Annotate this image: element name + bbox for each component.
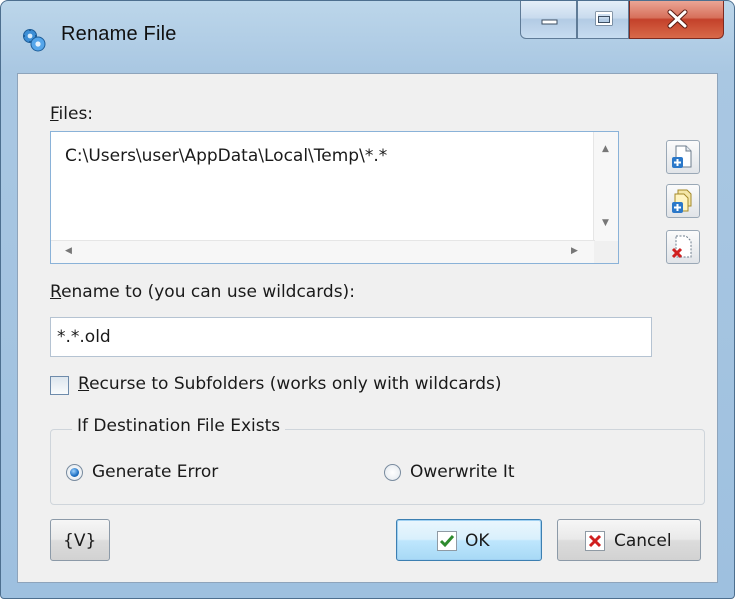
generate-error-radio[interactable] — [66, 464, 83, 481]
checkmark-icon — [437, 531, 457, 551]
scrollbar-corner — [594, 241, 618, 263]
add-file-icon — [672, 145, 692, 168]
generate-error-label[interactable]: Generate Error — [92, 462, 218, 482]
overwrite-label[interactable]: Owerwrite It — [410, 462, 515, 482]
dialog-body: Files: C:\Users\user\AppData\Local\Temp\… — [17, 73, 718, 583]
add-folder-icon — [672, 189, 692, 213]
file-path-item[interactable]: C:\Users\user\AppData\Local\Temp\*.* — [65, 146, 387, 166]
overwrite-radio[interactable] — [384, 464, 401, 481]
cancel-button[interactable]: Cancel — [557, 519, 701, 561]
add-folder-button[interactable] — [666, 184, 700, 218]
rename-file-window: Rename File Files: C:\Users\user\AppData… — [0, 0, 735, 599]
rename-to-input[interactable]: *.*.old — [50, 317, 652, 357]
minimize-icon — [541, 19, 558, 25]
add-file-button[interactable] — [666, 140, 700, 174]
horizontal-scrollbar[interactable]: ◀ ▶ — [51, 240, 595, 263]
close-button[interactable] — [629, 1, 724, 39]
remove-file-icon — [671, 235, 692, 259]
scroll-right-icon[interactable]: ▶ — [571, 246, 578, 256]
scroll-down-icon[interactable]: ▼ — [602, 218, 609, 228]
destination-exists-title: If Destination File Exists — [72, 416, 286, 436]
caption-buttons — [520, 1, 724, 41]
title-bar[interactable]: Rename File — [1, 1, 734, 73]
rename-to-label: Rename to (you can use wildcards): — [50, 282, 355, 302]
cancel-x-icon — [585, 531, 605, 551]
rename-to-value: *.*.old — [57, 327, 111, 347]
ok-button[interactable]: OK — [396, 519, 542, 561]
minimize-button[interactable] — [520, 1, 577, 39]
files-list[interactable]: C:\Users\user\AppData\Local\Temp\*.* ▲ ▼… — [50, 131, 619, 264]
radio-selected-dot — [70, 468, 79, 477]
recurse-subfolders-checkbox[interactable] — [50, 376, 69, 395]
window-title: Rename File — [61, 23, 177, 45]
maximize-icon — [595, 11, 613, 26]
remove-file-button[interactable] — [666, 230, 700, 264]
vertical-scrollbar[interactable]: ▲ ▼ — [593, 132, 618, 242]
maximize-button[interactable] — [577, 1, 629, 39]
variables-button[interactable]: {V} — [50, 519, 110, 561]
scroll-left-icon[interactable]: ◀ — [65, 246, 72, 256]
recurse-subfolders-label[interactable]: Recurse to Subfolders (works only with w… — [78, 374, 502, 394]
close-icon — [667, 9, 688, 29]
gear-sync-icon — [21, 27, 47, 53]
scroll-up-icon[interactable]: ▲ — [602, 144, 609, 154]
files-label: Files: — [50, 104, 94, 124]
